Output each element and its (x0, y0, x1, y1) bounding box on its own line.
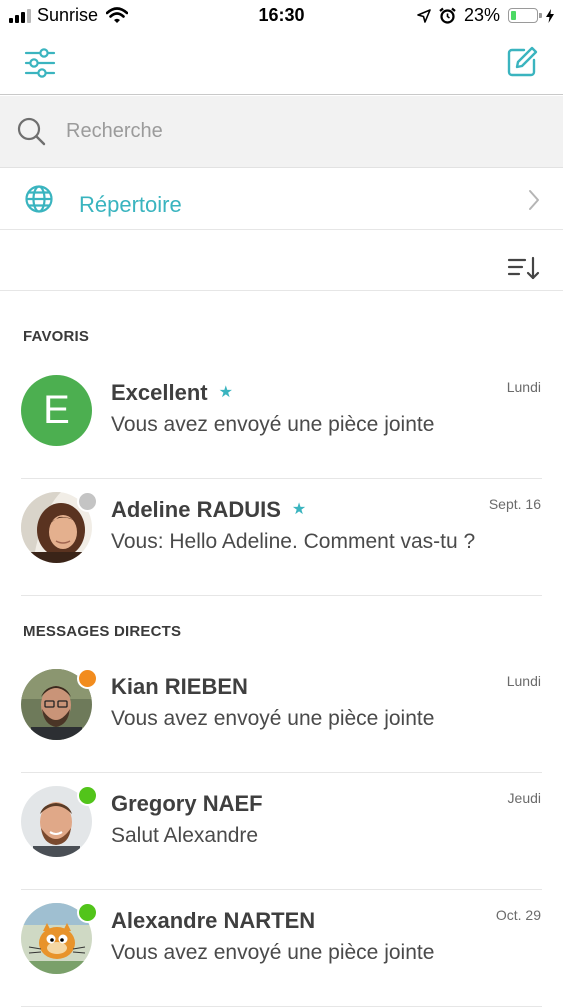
nav-bar (0, 32, 563, 95)
divider (21, 772, 542, 773)
conversation-item[interactable]: E Excellent ★ Vous avez envoyé une pièce… (0, 363, 563, 479)
conversation-name: Alexandre NARTEN (111, 908, 316, 933)
battery-percent: 23% (463, 5, 500, 25)
presence-indicator (77, 902, 98, 923)
status-bar: Sunrise 16:30 23% (0, 0, 563, 32)
chevron-right-icon (529, 190, 539, 210)
compose-icon[interactable] (505, 45, 539, 79)
conversation-date: Jeudi (507, 790, 541, 806)
conversation-preview: Vous avez envoyé une pièce jointe (111, 413, 435, 436)
conversation-preview: Vous avez envoyé une pièce jointe (111, 707, 435, 730)
battery-icon (508, 8, 542, 23)
sort-icon[interactable] (506, 254, 540, 282)
conversation-preview: Vous: Hello Adeline. Comment vas-tu ? (111, 530, 476, 553)
charging-bolt-icon (546, 8, 554, 23)
divider (21, 595, 542, 596)
presence-indicator (77, 491, 98, 512)
conversation-date: Lundi (506, 379, 541, 395)
conversation-name-text: Alexandre NARTEN (111, 908, 316, 933)
alarm-icon (439, 7, 456, 24)
directory-label: Répertoire (79, 192, 182, 217)
location-arrow-icon (417, 8, 431, 23)
conversation-name-text: Adeline RADUIS (111, 497, 281, 522)
conversation-preview: Salut Alexandre (111, 824, 259, 847)
conversation-item[interactable]: Alexandre NARTEN Vous avez envoyé une pi… (0, 891, 563, 1007)
avatar-letter: E (21, 375, 92, 446)
section-header-direct-messages: MESSAGES DIRECTS (23, 623, 182, 640)
conversation-name: Excellent ★ (111, 380, 233, 405)
globe-icon (25, 185, 53, 213)
presence-indicator (77, 785, 98, 806)
conversation-preview: Vous avez envoyé une pièce jointe (111, 941, 435, 964)
section-header-favorites: FAVORIS (23, 328, 90, 345)
conversation-name: Adeline RADUIS ★ (111, 497, 307, 522)
conversation-date: Lundi (506, 673, 541, 689)
conversation-name-text: Excellent (111, 380, 208, 405)
sort-row (0, 230, 563, 291)
conversation-item[interactable]: Kian RIEBEN Vous avez envoyé une pièce j… (0, 657, 563, 773)
avatar (21, 902, 98, 974)
conversation-name: Kian RIEBEN (111, 674, 248, 699)
conversation-name: Gregory NAEF (111, 791, 263, 816)
conversation-item[interactable]: Adeline RADUIS ★ Vous: Hello Adeline. Co… (0, 480, 563, 596)
conversation-name-text: Kian RIEBEN (111, 674, 248, 699)
favorite-star-icon: ★ (291, 501, 307, 519)
divider (21, 889, 542, 890)
favorite-star-icon: ★ (218, 384, 233, 402)
search-icon (17, 117, 46, 146)
presence-indicator (77, 668, 98, 689)
avatar: E (21, 375, 92, 446)
conversation-name-text: Gregory NAEF (111, 791, 263, 816)
status-right: 23% (417, 5, 554, 26)
divider (21, 478, 542, 479)
battery-level (511, 11, 516, 20)
filter-sliders-icon[interactable] (24, 47, 56, 79)
avatar (21, 785, 98, 857)
conversation-item[interactable]: Gregory NAEF Salut Alexandre Jeudi (0, 774, 563, 890)
conversation-date: Sept. 16 (488, 496, 541, 512)
directory-row[interactable]: Répertoire (0, 168, 563, 230)
search-bar (0, 96, 563, 168)
search-input[interactable] (66, 110, 536, 152)
avatar (21, 668, 98, 740)
avatar (21, 491, 98, 563)
conversation-date: Oct. 29 (495, 907, 541, 923)
